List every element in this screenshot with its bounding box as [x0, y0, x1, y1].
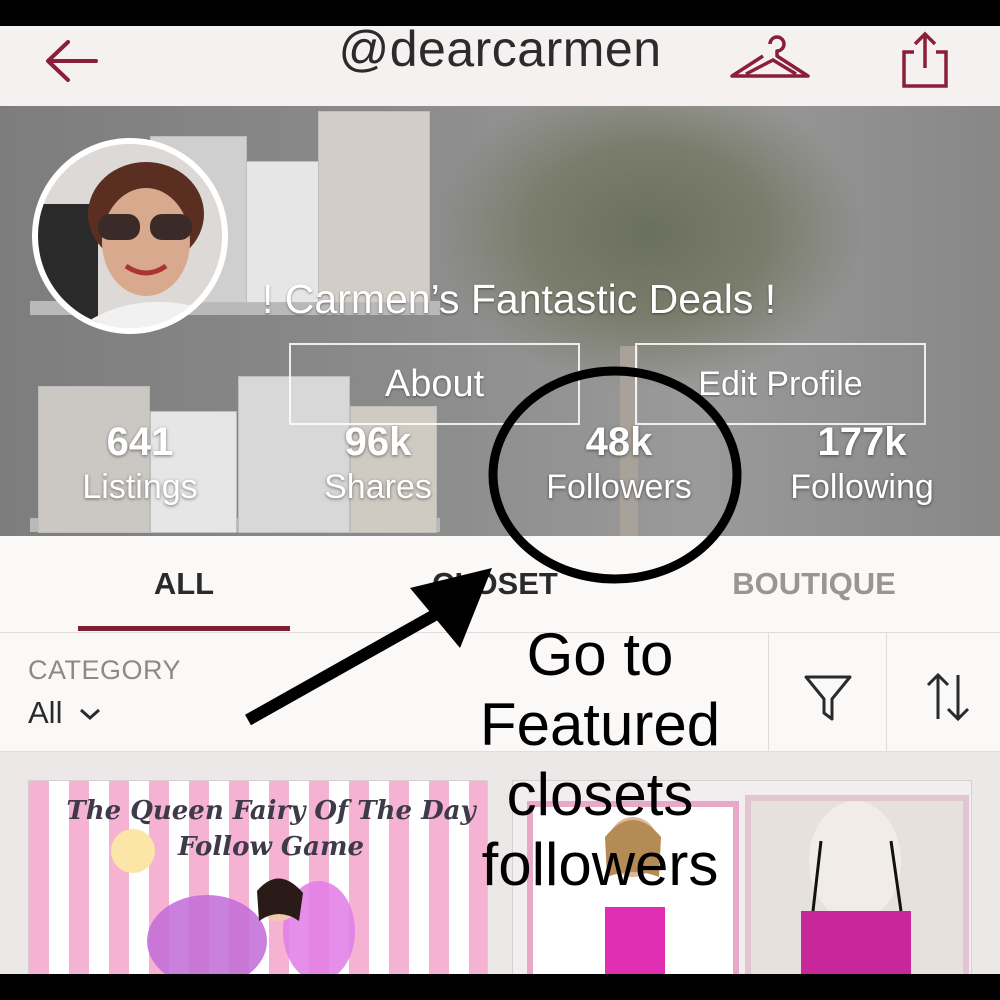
- category-value: All: [28, 695, 63, 730]
- category-dropdown[interactable]: All: [28, 695, 103, 731]
- funnel-icon[interactable]: [800, 669, 856, 725]
- active-tab-indicator: [78, 626, 290, 631]
- dress-back-photo: [751, 801, 963, 975]
- divider: [768, 633, 769, 751]
- cover-frame: [318, 111, 430, 303]
- stat-followers[interactable]: 48k Followers: [509, 421, 729, 511]
- stat-label: Following: [790, 468, 934, 506]
- annotation-line: Go to: [526, 621, 674, 688]
- annotation-line: closets: [506, 761, 694, 828]
- closet-tabs: ALL CLOSET BOUTIQUE: [0, 536, 1000, 633]
- stat-label: Shares: [324, 468, 432, 506]
- stat-shares[interactable]: 96k Shares: [268, 421, 488, 511]
- stat-value: 96k: [344, 420, 412, 464]
- annotation-line: followers: [481, 831, 719, 898]
- chevron-down-icon: [80, 708, 101, 721]
- stat-label: Followers: [546, 468, 692, 506]
- tab-all[interactable]: ALL: [64, 566, 304, 602]
- profile-avatar[interactable]: [32, 138, 228, 334]
- annotation-line: Featured: [479, 691, 721, 758]
- fairy-illustration: [111, 829, 355, 975]
- tab-closet[interactable]: CLOSET: [375, 566, 615, 602]
- hanger-icon[interactable]: [728, 34, 813, 84]
- annotation-note: Go to Featured closets followers: [470, 620, 730, 900]
- avatar-photo: [38, 144, 222, 328]
- stat-listings[interactable]: 641 Listings: [30, 421, 250, 511]
- sort-arrows-icon[interactable]: [920, 669, 976, 725]
- stat-value: 48k: [585, 420, 653, 464]
- closet-username-title: @dearcarmen: [338, 21, 662, 77]
- stat-value: 177k: [817, 420, 907, 464]
- bottom-black-band: [0, 974, 1000, 1000]
- listing-photo-right: [745, 795, 969, 975]
- stat-following[interactable]: 177k Following: [752, 421, 972, 511]
- divider: [886, 633, 887, 751]
- category-label: CATEGORY: [28, 655, 182, 685]
- about-button[interactable]: About: [289, 343, 580, 425]
- stat-label: Listings: [82, 468, 198, 506]
- stat-value: 641: [106, 420, 174, 464]
- edit-profile-button[interactable]: Edit Profile: [635, 343, 926, 425]
- tab-boutique[interactable]: BOUTIQUE: [694, 566, 934, 602]
- avatar-portrait: [38, 144, 222, 328]
- top-nav-bar: @dearcarmen: [0, 21, 1000, 106]
- listing-card[interactable]: The Queen Fairy Of The Day Follow Game: [28, 780, 488, 976]
- share-icon[interactable]: [898, 30, 952, 90]
